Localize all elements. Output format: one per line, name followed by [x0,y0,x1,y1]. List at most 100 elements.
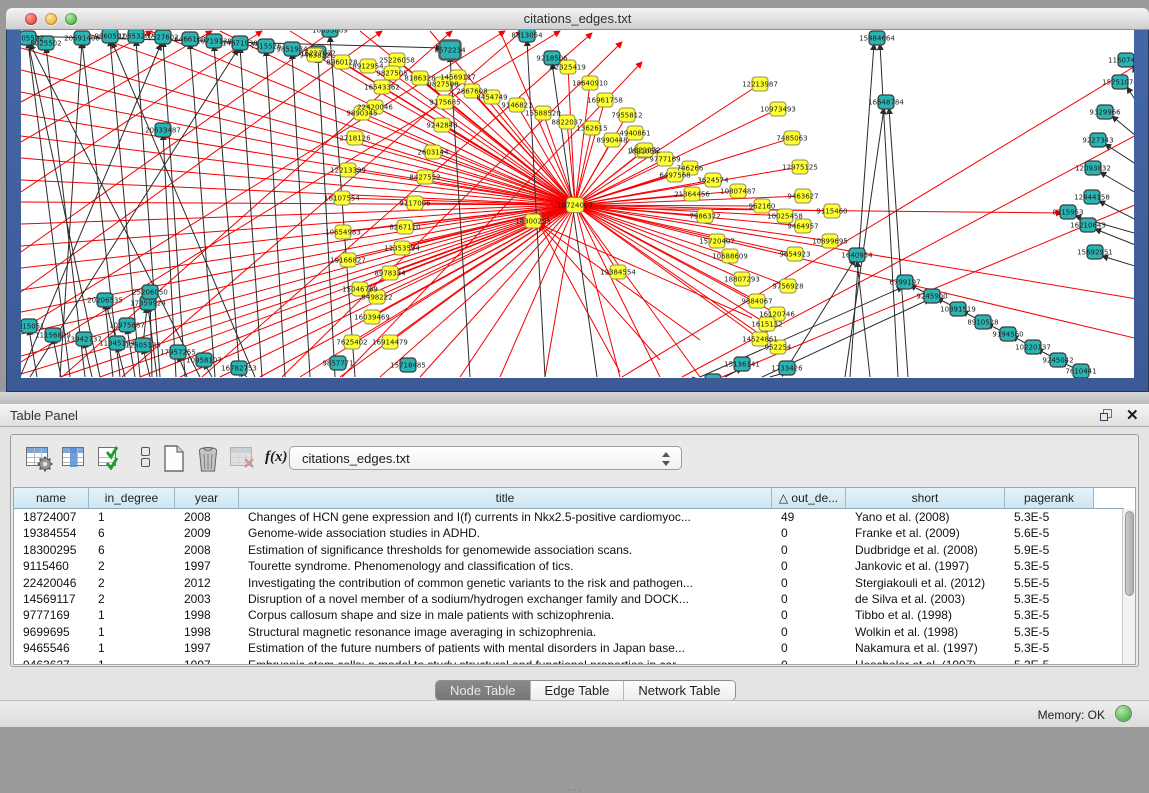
network-node-label: 18300295 [515,217,551,225]
delete-table-icon[interactable] [195,445,223,471]
network-node-label: 16543362 [364,83,400,91]
table-row[interactable]: 977716911998Corpus callosum shape and si… [14,607,1124,623]
network-node-label: 11607473 [1108,56,1134,64]
table-cell: 0 [772,624,846,640]
network-edge[interactable] [362,113,575,205]
network-edge[interactable] [575,205,620,377]
network-edge[interactable] [539,224,660,360]
network-node-label: 9464957 [787,222,818,230]
column-chooser-icon[interactable] [133,445,161,471]
network-node-label: 9827508 [427,80,458,88]
new-table-icon[interactable] [161,445,189,471]
network-edge[interactable] [53,338,61,377]
network-edge[interactable] [214,45,240,377]
table-cell: 2 [89,575,175,591]
network-edge[interactable] [240,47,262,377]
table-settings-icon[interactable] [25,445,53,471]
network-edge[interactable] [889,108,908,377]
table-row[interactable]: 2242004622012Investigating the contribut… [14,575,1124,591]
network-node-label: 8225502 [30,39,61,47]
network-canvas[interactable]: 9405572822550220691406986059210653267152… [21,30,1134,378]
network-edge[interactable] [21,205,575,356]
network-edge[interactable] [545,205,575,377]
panel-divider[interactable] [0,392,1149,404]
network-node-label: 10958107 [186,356,222,364]
network-window[interactable]: citations_edges.txt 94055728225502206914… [6,8,1149,392]
table-row[interactable]: 946554611997Estimation of the future num… [14,640,1124,656]
float-panel-icon[interactable] [1100,409,1115,422]
table-selector-dropdown[interactable]: citations_edges.txt [289,446,682,470]
column-header-year[interactable]: year [175,488,239,509]
column-header-title[interactable]: title [239,488,772,509]
network-node-label: 1640954 [841,251,873,259]
network-node-label: 16648784 [868,98,904,106]
tab-network-table[interactable]: Network Table [624,681,734,700]
network-edge[interactable] [575,100,605,205]
network-edge[interactable] [575,205,717,241]
close-panel-icon[interactable]: ✕ [1126,406,1139,424]
table-row[interactable]: 969969511998Structural magnetic resonanc… [14,624,1124,640]
column-header-name[interactable]: name [14,488,89,509]
tab-edge-table[interactable]: Edge Table [531,681,625,700]
table-row[interactable]: 1456911722003Disruption of a novel membe… [14,591,1124,607]
table-row[interactable]: 946362711997Embryonic stem cells: a mode… [14,657,1124,665]
network-edge[interactable] [266,50,285,377]
network-node-label: 10807487 [720,187,756,195]
network-edge[interactable] [433,152,575,205]
network-edge[interactable] [539,224,620,372]
table-row[interactable]: 1830029562008Estimation of significance … [14,542,1124,558]
network-edge[interactable] [318,57,335,377]
tab-node-table[interactable]: Node Table [436,681,531,700]
network-edge[interactable] [1112,116,1134,146]
column-mapping-icon[interactable] [61,445,89,471]
network-node-label: 9884067 [741,297,772,305]
network-node-label: 10688609 [712,252,748,260]
network-node-label: 16120746 [759,310,795,318]
divider-grip-icon[interactable] [567,788,581,793]
network-edge[interactable] [21,205,575,374]
network-node-label: 9115460 [816,207,847,215]
network-edge[interactable] [190,43,215,377]
column-header-in_degree[interactable]: in_degree [89,488,175,509]
network-node-label: 2603144 [417,148,449,156]
scrollbar-thumb[interactable] [1125,511,1134,596]
network-node-label: 952254 [765,343,792,351]
network-edge[interactable] [539,224,700,340]
network-node-label: 9756928 [772,282,803,290]
network-node-label: 15751074 [1102,78,1134,86]
network-node-label: 16039469 [354,313,390,321]
vertical-scrollbar[interactable] [1122,509,1135,665]
table-row[interactable]: 911546021997Tourette syndrome. Phenomeno… [14,558,1124,574]
table-panel-container: f(x) citations_edges.txt namein_degreeye… [10,434,1139,667]
select-all-icon[interactable] [97,445,125,471]
column-header-pagerank[interactable]: pagerank [1005,488,1094,509]
network-window-titlebar[interactable]: citations_edges.txt [6,8,1149,30]
network-node-label: 9654923 [779,250,810,258]
network-edge[interactable] [1127,87,1134,120]
network-node-label: 12505135 [125,341,161,349]
table-cell: Disruption of a novel member of a sodium… [239,591,772,607]
column-header-short[interactable]: short [846,488,1005,509]
network-edge[interactable] [1102,256,1134,270]
memory-ok-indicator-icon[interactable] [1116,706,1131,721]
table-row[interactable]: 1938455462009Genome-wide association stu… [14,525,1124,541]
table-cell: Franke et al. (2009) [846,525,1005,541]
network-node-label: 8915051 [21,322,45,330]
network-node-label: 17359924 [130,299,166,307]
table-cell: Jankovic et al. (1997) [846,558,1005,574]
network-edge[interactable] [880,44,898,377]
table-cell: 1 [89,509,175,525]
table-cell: 14569117 [14,591,89,607]
table-row[interactable]: 1872400712008Changes of HCN gene express… [14,509,1124,525]
network-node-label: 10220137 [1015,343,1051,351]
column-header-out_de[interactable]: △ out_de... [772,488,846,509]
network-edge[interactable] [21,205,575,290]
network-node-label: 14524861 [742,335,778,343]
network-edge[interactable] [845,108,884,377]
network-edge[interactable] [787,259,855,368]
network-node-label: 15692951 [1077,248,1113,256]
network-node-label: 21364456 [674,190,710,198]
network-node-label: 16782753 [221,364,257,372]
network-edge[interactable] [84,342,92,377]
table-cell: Genome-wide association studies in ADHD. [239,525,772,541]
